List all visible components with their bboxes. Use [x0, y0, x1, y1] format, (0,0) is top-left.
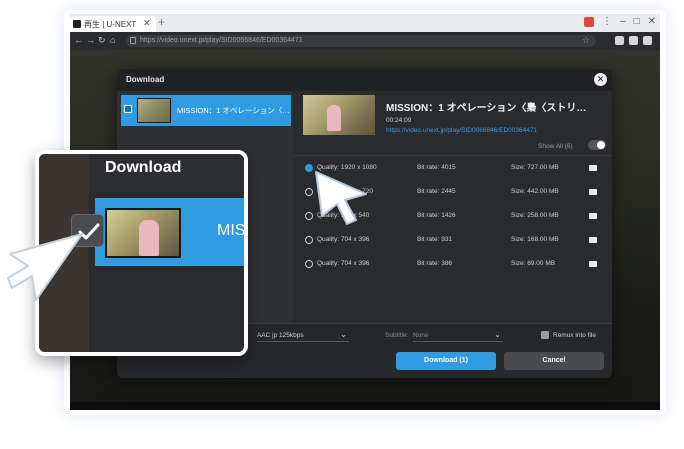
video-icon — [589, 189, 597, 195]
list-item-checkbox[interactable] — [124, 105, 132, 113]
pointer-cursor-icon — [315, 171, 367, 225]
video-url-link[interactable]: https://video.unext.jp/play/SID0066846/E… — [386, 127, 537, 134]
maximize-icon[interactable]: □ — [634, 16, 640, 28]
zoom-pointer-cursor-icon — [7, 233, 83, 301]
list-item-label: MISSION：1 オペレーション〈… — [177, 106, 290, 115]
zoom-thumbnail — [105, 208, 181, 258]
forward-icon[interactable]: → — [86, 35, 95, 45]
tab-title: 再生 | U-NEXT — [84, 20, 137, 29]
quality-row[interactable]: Quality: 704 x 396 Bit rate: 931 Size: 1… — [293, 230, 612, 252]
chevron-down-icon: ⌄ — [494, 330, 501, 339]
video-duration: 00:24:09 — [386, 117, 412, 124]
new-tab-button[interactable]: + — [158, 15, 165, 29]
gift-icon[interactable] — [584, 17, 594, 27]
zoom-thumbnail-character — [139, 220, 159, 256]
size-value: Size: 442.00 MB — [511, 188, 559, 195]
quality-radio[interactable] — [305, 236, 313, 244]
url-text: https://video.unext.jp/play/SID0066846/E… — [140, 37, 303, 44]
size-value: Size: 258.00 MB — [511, 212, 559, 219]
show-all-toggle[interactable] — [588, 140, 606, 150]
close-icon[interactable]: ✕ — [648, 16, 656, 28]
extension-lock-icon[interactable] — [615, 36, 624, 45]
quality-row[interactable]: Quality: 704 x 396 Bit rate: 386 Size: 6… — [293, 254, 612, 276]
size-value: Size: 69.00 MB — [511, 260, 556, 267]
tab-close-icon[interactable]: ✕ — [143, 18, 151, 29]
dialog-close-icon[interactable]: ✕ — [594, 73, 607, 86]
video-icon — [589, 213, 597, 219]
download-button[interactable]: Download (1) — [396, 352, 496, 370]
minimize-icon[interactable]: – — [620, 16, 626, 28]
cancel-button[interactable]: Cancel — [504, 352, 604, 370]
tab-bar: 再生 | U-NEXT ✕ + ⋮ – □ ✕ — [70, 14, 660, 32]
tab-unext[interactable]: 再生 | U-NEXT ✕ — [70, 16, 156, 32]
remux-label: Remux into file — [553, 332, 596, 339]
window-controls: ⋮ – □ ✕ — [584, 16, 656, 28]
player-bar — [70, 402, 660, 410]
reload-icon[interactable]: ↻ — [98, 35, 106, 46]
url-input[interactable]: https://video.unext.jp/play/SID0066846/E… — [126, 35, 596, 47]
list-item-thumbnail — [137, 98, 171, 123]
video-title: MISSION：1 オペレーション〈梟〈ストリ… — [386, 103, 587, 114]
zoom-lower-panel — [89, 272, 244, 352]
video-icon — [589, 261, 597, 267]
audio-select[interactable]: AAC jp 125kbps ⌄ — [257, 329, 349, 342]
zoom-list-item[interactable]: MISS — [95, 198, 246, 266]
list-item[interactable]: MISSION：1 オペレーション〈… — [121, 95, 291, 126]
size-value: Size: 727.00 MB — [511, 164, 559, 171]
bitrate-value: Bit rate: 931 — [417, 236, 453, 243]
show-all-label: Show All (6) — [538, 143, 573, 150]
quality-value: Quality: 704 x 396 — [317, 260, 370, 267]
dialog-header: Download ✕ — [117, 69, 612, 91]
download-extension-icon[interactable] — [629, 36, 638, 45]
menu-icon[interactable]: ⋮ — [602, 16, 612, 28]
video-icon — [589, 165, 597, 171]
back-icon[interactable]: ← — [74, 35, 83, 45]
audio-value: AAC jp 125kbps — [257, 332, 304, 339]
subtitle-select[interactable]: None ⌄ — [413, 329, 503, 342]
bitrate-value: Bit rate: 386 — [417, 260, 453, 267]
bookmark-star-icon[interactable]: ☆ — [582, 35, 590, 46]
video-icon — [589, 237, 597, 243]
bitrate-value: Bit rate: 1426 — [417, 212, 456, 219]
zoom-title: Download — [105, 159, 182, 176]
subtitle-label: Subtitle: — [385, 332, 409, 339]
quality-radio[interactable] — [305, 260, 313, 268]
remux-checkbox[interactable] — [541, 331, 549, 339]
divider — [293, 155, 612, 156]
unext-favicon-icon — [73, 20, 81, 28]
zoom-item-label: MISS — [217, 222, 246, 239]
bitrate-value: Bit rate: 2445 — [417, 188, 456, 195]
lock-icon — [130, 37, 136, 44]
bitrate-value: Bit rate: 4015 — [417, 164, 456, 171]
chevron-down-icon: ⌄ — [340, 330, 347, 339]
address-bar: ← → ↻ ⌂ https://video.unext.jp/play/SID0… — [70, 32, 660, 50]
video-thumbnail — [303, 95, 375, 135]
quality-value: Quality: 704 x 396 — [317, 236, 370, 243]
profile-icon[interactable] — [643, 36, 652, 45]
size-value: Size: 168.00 MB — [511, 236, 559, 243]
thumbnail-character — [327, 105, 341, 131]
dialog-title: Download — [126, 75, 165, 84]
home-icon[interactable]: ⌂ — [110, 35, 115, 45]
subtitle-value: None — [413, 332, 429, 339]
